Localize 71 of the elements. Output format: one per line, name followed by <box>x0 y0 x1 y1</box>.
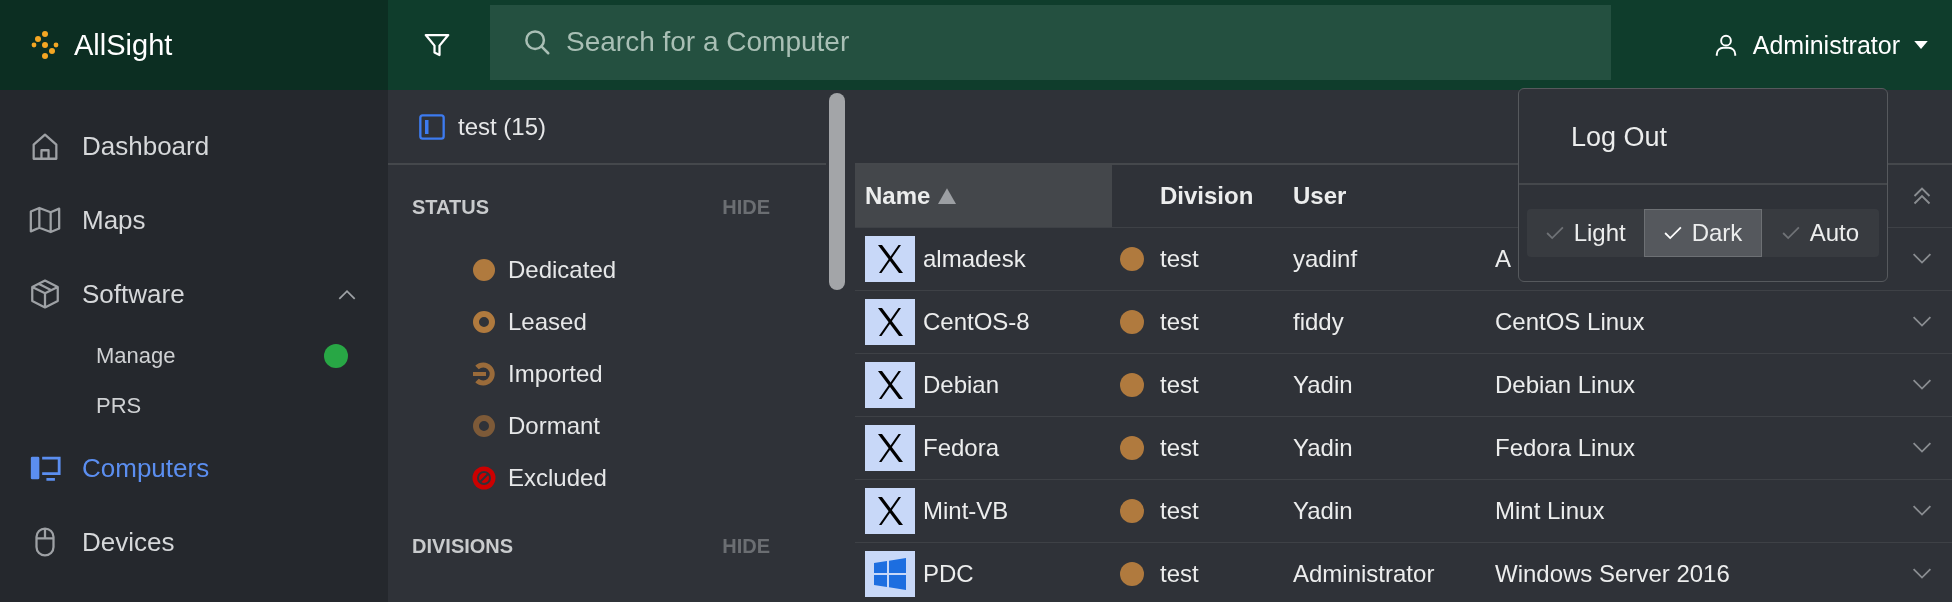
table-cell-text: Fedora Linux <box>1494 434 1637 462</box>
table-cell-text: test <box>1159 497 1200 525</box>
caret-icon <box>1914 40 1928 50</box>
check-icon <box>1663 226 1682 240</box>
windows-icon <box>865 551 915 597</box>
table-cell-text: fiddy <box>1292 308 1345 336</box>
status-filter-label[interactable]: Dormant <box>508 412 601 440</box>
section-title: STATUS <box>412 195 490 219</box>
expand-icon[interactable] <box>1912 505 1932 517</box>
section-title: DIVISIONS <box>412 534 514 558</box>
scrollbar-thumb[interactable] <box>829 93 845 290</box>
table-cell-text: Mint Linux <box>1494 497 1606 525</box>
check-icon <box>1781 226 1800 240</box>
table-cell-text: yadinf <box>1292 245 1359 273</box>
theme-option[interactable]: Light <box>1527 209 1645 257</box>
expand-icon[interactable] <box>1912 568 1932 580</box>
table-cell-text: Debian Linux <box>1494 371 1637 399</box>
table-cell-text: Yadin <box>1292 497 1354 525</box>
log-out-item[interactable]: Log Out <box>1519 89 1887 185</box>
user-menu-button[interactable]: Administrator <box>1712 30 1928 60</box>
table-cell-text: Administrator <box>1292 560 1436 588</box>
search-field[interactable]: Search for a Computer <box>490 4 1611 80</box>
sidebar-item[interactable]: Maps <box>0 183 388 257</box>
sidebar-item[interactable]: Dashboard <box>0 109 388 183</box>
table-cell-text: test <box>1159 245 1200 273</box>
expand-icon[interactable] <box>1912 442 1932 454</box>
x-logo-icon <box>865 299 915 345</box>
status-filter-label[interactable]: Excluded <box>508 464 607 492</box>
status-filter-label[interactable]: Leased <box>508 308 587 336</box>
table-cell-text: test <box>1159 371 1200 399</box>
panel-title: test (15) <box>458 112 547 141</box>
table-cell-text: Yadin <box>1292 434 1354 462</box>
expand-icon[interactable] <box>1912 316 1932 328</box>
table-cell-text: CentOS Linux <box>1494 308 1646 336</box>
x-logo-icon <box>865 488 915 534</box>
sidebar-item[interactable]: Computers <box>0 431 388 505</box>
sidebar-subitem[interactable]: PRS <box>0 381 388 431</box>
logo-icon <box>30 30 60 60</box>
table-cell-text: Windows Server 2016 <box>1494 560 1731 588</box>
table-cell-text: test <box>1159 560 1200 588</box>
x-logo-icon <box>865 425 915 471</box>
check-icon <box>1545 226 1564 240</box>
chevron-up-icon[interactable] <box>338 288 356 300</box>
expand-icon[interactable] <box>1912 379 1932 391</box>
x-logo-icon <box>865 236 915 282</box>
panel-icon <box>418 112 446 141</box>
computer-name[interactable]: almadesk <box>923 245 1026 273</box>
table-cell-text: Yadin <box>1292 371 1354 399</box>
theme-option[interactable]: Dark <box>1644 209 1762 257</box>
column-header[interactable]: Name <box>855 165 1112 227</box>
computer-name[interactable]: Mint-VB <box>923 497 1009 525</box>
x-logo-icon <box>865 362 915 408</box>
status-filter-label[interactable]: Imported <box>508 360 603 388</box>
sidebar-item[interactable]: Devices <box>0 505 388 579</box>
computer-name[interactable]: PDC <box>923 560 974 588</box>
computer-name[interactable]: Fedora <box>923 434 1000 462</box>
sidebar-subitem[interactable]: Manage <box>0 331 388 381</box>
computer-name[interactable]: CentOS-8 <box>923 308 1030 336</box>
column-header[interactable]: Division <box>1152 182 1285 210</box>
expand-icon[interactable] <box>1912 253 1932 265</box>
table-cell-text: test <box>1159 434 1200 462</box>
status-filter-label[interactable]: Dedicated <box>508 256 617 284</box>
column-header[interactable]: User <box>1285 182 1487 210</box>
table-cell-text: test <box>1159 308 1200 336</box>
table-cell-text: A <box>1494 245 1512 273</box>
sidebar-item[interactable]: Software <box>0 257 388 331</box>
brand-name: AllSight <box>74 28 173 62</box>
collapse-all-icon[interactable] <box>1912 186 1932 206</box>
box-icon <box>28 277 62 311</box>
theme-option[interactable]: Auto <box>1761 209 1879 257</box>
computer-name[interactable]: Debian <box>923 371 1000 399</box>
